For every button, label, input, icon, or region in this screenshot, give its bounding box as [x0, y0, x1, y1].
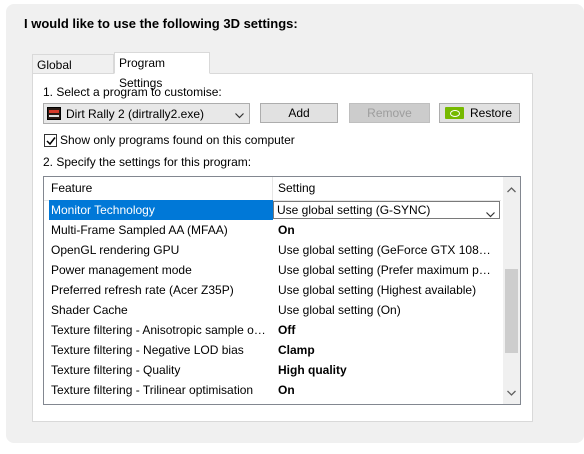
feature-cell: Power management mode [51, 263, 192, 277]
setting-dropdown-value: Use global setting (G-SYNC) [277, 203, 431, 217]
tab-program-settings[interactable]: Program Settings [114, 52, 210, 90]
column-header-setting[interactable]: Setting [278, 181, 315, 195]
table-row[interactable]: Monitor Technology Use global setting (G-… [44, 200, 501, 220]
nvidia-logo-icon [445, 107, 464, 119]
dirt-rally-game-icon [47, 107, 61, 120]
table-rows: Monitor Technology Use global setting (G-… [44, 200, 501, 400]
setting-cell: On [278, 383, 295, 397]
table-row[interactable]: Preferred refresh rate (Acer Z35P) Use gl… [44, 280, 501, 300]
program-select[interactable]: Dirt Rally 2 (dirtrally2.exe) [43, 103, 250, 124]
scrollbar[interactable] [503, 177, 520, 404]
setting-cell: High quality [278, 363, 347, 377]
tab-global-settings[interactable]: Global Settings [32, 54, 114, 92]
restore-button-label: Restore [470, 106, 513, 120]
feature-cell: Preferred refresh rate (Acer Z35P) [51, 283, 234, 297]
scroll-up-arrow-icon[interactable] [507, 182, 516, 196]
table-row[interactable]: Power management mode Use global setting … [44, 260, 501, 280]
setting-dropdown[interactable]: Use global setting (G-SYNC) [273, 201, 500, 219]
feature-cell: Texture filtering - Quality [51, 363, 181, 377]
setting-cell: Off [278, 323, 296, 337]
table-row[interactable]: Texture filtering - Anisotropic sample o… [44, 320, 501, 340]
show-only-label: Show only programs found on this compute… [60, 133, 295, 147]
table-row[interactable]: Texture filtering - Trilinear optimisati… [44, 380, 501, 400]
add-button[interactable]: Add [260, 103, 338, 123]
table-header: Feature Setting [44, 177, 501, 201]
chevron-down-icon [235, 108, 244, 122]
table-row[interactable]: OpenGL rendering GPU Use global setting (… [44, 240, 501, 260]
table-row[interactable]: Shader Cache Use global setting (On) [44, 300, 501, 320]
scrollbar-thumb[interactable] [505, 269, 518, 353]
table-row[interactable]: Texture filtering - Negative LOD bias Cla… [44, 340, 501, 360]
feature-cell: OpenGL rendering GPU [51, 243, 180, 257]
settings-table: Feature Setting Monitor Technology Use gl… [43, 176, 521, 405]
feature-cell: Multi-Frame Sampled AA (MFAA) [51, 223, 228, 237]
show-only-checkbox[interactable] [44, 134, 57, 147]
setting-cell: Use global setting (Prefer maximum perfo… [278, 263, 496, 277]
feature-cell: Monitor Technology [49, 200, 273, 220]
column-divider[interactable] [272, 177, 273, 200]
feature-cell: Texture filtering - Trilinear optimisati… [51, 383, 254, 397]
step2-label: 2. Specify the settings for this program… [43, 155, 252, 169]
program-select-value: Dirt Rally 2 (dirtrally2.exe) [66, 107, 205, 121]
remove-button[interactable]: Remove [349, 103, 430, 123]
feature-cell: Texture filtering - Anisotropic sample o… [51, 323, 269, 337]
setting-cell: Clamp [278, 343, 315, 357]
restore-button[interactable]: Restore [439, 103, 520, 123]
column-header-feature[interactable]: Feature [51, 181, 92, 195]
setting-cell: On [278, 223, 295, 237]
checkmark-icon [46, 137, 56, 146]
scroll-down-arrow-icon[interactable] [507, 385, 516, 399]
setting-cell: Use global setting (On) [278, 303, 401, 317]
page-title: I would like to use the following 3D set… [24, 16, 298, 31]
setting-cell: Use global setting (GeForce GTX 1080 Ti) [278, 243, 496, 257]
feature-cell: Shader Cache [51, 303, 128, 317]
table-row[interactable]: Texture filtering - Quality High quality [44, 360, 501, 380]
table-row[interactable]: Multi-Frame Sampled AA (MFAA) On [44, 220, 501, 240]
setting-cell: Use global setting (Highest available) [278, 283, 477, 297]
feature-cell: Texture filtering - Negative LOD bias [51, 343, 244, 357]
